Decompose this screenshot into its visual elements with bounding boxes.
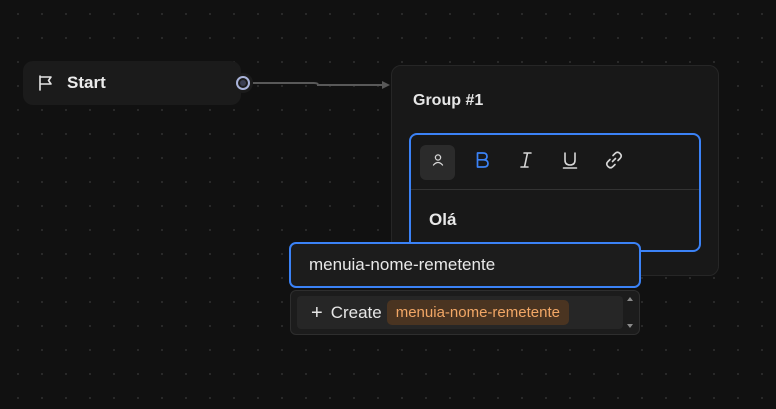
- group-title[interactable]: Group #1: [413, 92, 483, 110]
- text-bubble-editor[interactable]: Olá: [409, 133, 701, 252]
- editor-content[interactable]: Olá: [411, 190, 699, 230]
- italic-button[interactable]: [508, 145, 543, 180]
- port-ring: [236, 76, 250, 90]
- flow-canvas[interactable]: Start Group #1 Olá menuia-nome-remetente…: [0, 0, 776, 409]
- dropdown-scrollbar[interactable]: [625, 294, 635, 331]
- port-dot: [240, 80, 246, 86]
- start-output-port[interactable]: [233, 73, 253, 93]
- editor-toolbar: [411, 135, 699, 190]
- variable-button[interactable]: [420, 144, 455, 180]
- italic-icon: [516, 150, 536, 175]
- user-icon: [430, 152, 446, 173]
- create-label: Create: [330, 302, 382, 322]
- flag-icon: [37, 74, 55, 92]
- create-variable-option[interactable]: + Create menuia-nome-remetente: [297, 296, 623, 329]
- variable-chip: menuia-nome-remetente: [386, 300, 569, 325]
- link-icon: [603, 149, 625, 176]
- plus-icon: +: [311, 301, 323, 324]
- underline-icon: [560, 150, 580, 175]
- link-button[interactable]: [596, 145, 631, 180]
- underline-button[interactable]: [552, 145, 587, 180]
- variable-search-input[interactable]: [289, 242, 641, 288]
- scroll-down-icon[interactable]: [627, 324, 633, 328]
- variable-dropdown[interactable]: + Create menuia-nome-remetente: [290, 290, 640, 335]
- start-node-label: Start: [67, 73, 106, 92]
- scroll-up-icon[interactable]: [627, 297, 633, 301]
- bold-icon: [472, 150, 492, 175]
- start-node[interactable]: Start: [23, 61, 241, 105]
- bold-button[interactable]: [464, 145, 499, 180]
